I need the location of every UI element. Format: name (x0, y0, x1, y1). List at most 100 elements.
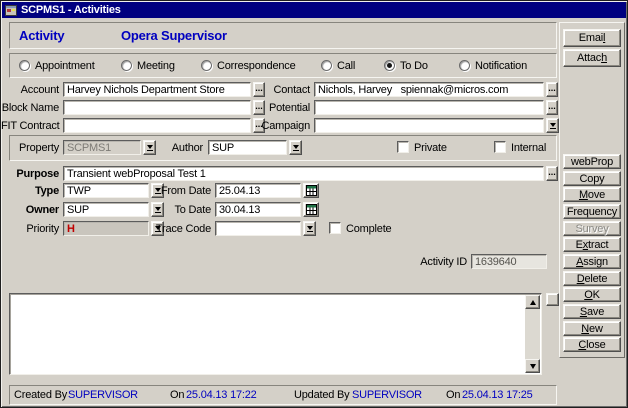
application-icon (5, 4, 17, 16)
scroll-up-button[interactable] (525, 295, 540, 309)
author-dropdown-button[interactable] (289, 140, 302, 155)
radio-label: Appointment (35, 60, 95, 72)
potential-label: Potential (256, 102, 310, 114)
status-band: Created By SUPERVISOR On 25.04.13 17:22 … (9, 385, 557, 405)
fit-contract-field[interactable] (63, 118, 251, 133)
titlebar: SCPMS1 - Activities (2, 2, 626, 18)
activity-id-field: 1639640 (471, 254, 547, 269)
activity-id-label: Activity ID (381, 256, 467, 268)
notes-editor-button[interactable] (546, 293, 559, 306)
radio-label: Notification (475, 60, 527, 72)
screen-name: Activity (19, 28, 64, 43)
created-on-label: On (170, 389, 184, 401)
radio-meeting[interactable]: Meeting (121, 59, 175, 72)
created-by-label: Created By (14, 389, 67, 401)
radio-label: Call (337, 60, 355, 72)
assign-button[interactable]: Assign (563, 254, 621, 269)
ellipsis-icon: ... (547, 101, 557, 112)
internal-checkbox[interactable] (494, 141, 506, 153)
radio-call[interactable]: Call (321, 59, 355, 72)
from-date-calendar-button[interactable] (303, 183, 319, 198)
survey-button: Survey (563, 221, 621, 236)
updated-by-label: Updated By (294, 389, 349, 401)
radio-label: Meeting (137, 60, 175, 72)
radio-correspondence[interactable]: Correspondence (201, 59, 296, 72)
type-label: Type (1, 185, 59, 197)
attach-button[interactable]: Attach (563, 49, 621, 67)
calendar-icon (306, 204, 317, 215)
scroll-down-button[interactable] (525, 359, 540, 373)
new-button[interactable]: New (563, 321, 621, 336)
contact-field[interactable]: Nichols, Harvey spiennak@micros.com (314, 82, 544, 97)
radio-todo[interactable]: To Do (384, 59, 428, 72)
from-date-label: From Date (151, 185, 211, 197)
block-name-field[interactable] (63, 100, 251, 115)
notes-field[interactable] (9, 293, 542, 375)
scroll-up-icon (530, 300, 536, 305)
updated-on-label: On (446, 389, 460, 401)
potential-field[interactable] (314, 100, 544, 115)
ok-button[interactable]: OK (563, 287, 621, 302)
owner-field[interactable]: SUP (63, 202, 149, 217)
radio-label: To Do (400, 60, 428, 72)
priority-field[interactable]: H (63, 221, 149, 236)
author-field[interactable]: SUP (208, 140, 287, 155)
radio-circle-icon (201, 60, 212, 71)
author-label: Author (151, 142, 203, 154)
purpose-field[interactable]: Transient webProposal Test 1 (63, 166, 544, 181)
combo-arrow-icon (293, 145, 299, 149)
potential-lov-button[interactable]: ... (546, 100, 558, 115)
ellipsis-icon: ... (547, 167, 557, 178)
radio-circle-icon (19, 60, 30, 71)
move-button[interactable]: Move (563, 187, 621, 202)
account-field[interactable]: Harvey Nichols Department Store (63, 82, 251, 97)
block-name-label: Block Name (1, 102, 59, 114)
frequency-button[interactable]: Frequency (563, 204, 621, 219)
property-label: Property (1, 142, 59, 154)
close-button[interactable]: Close (563, 337, 621, 352)
ellipsis-icon: ... (547, 83, 557, 94)
trace-code-label: Trace Code (151, 223, 211, 235)
extract-button[interactable]: Extract (563, 237, 621, 252)
to-date-label: To Date (151, 204, 211, 216)
campaign-field[interactable] (314, 118, 544, 133)
contact-label: Contact (256, 84, 310, 96)
trace-code-field[interactable] (215, 221, 301, 236)
radio-circle-icon (321, 60, 332, 71)
activities-window: SCPMS1 - Activities Activity Opera Super… (0, 0, 628, 408)
radio-notification[interactable]: Notification (459, 59, 527, 72)
purpose-label: Purpose (1, 168, 59, 180)
side-button-panel: Email Attach webProp Copy Move Frequency… (559, 22, 625, 358)
calendar-icon (306, 185, 317, 196)
purpose-lov-button[interactable]: ... (546, 166, 558, 181)
to-date-calendar-button[interactable] (303, 202, 319, 217)
property-field: SCPMS1 (63, 140, 141, 155)
to-date-field[interactable]: 30.04.13 (215, 202, 301, 217)
header-band (9, 22, 557, 49)
radio-circle-icon (121, 60, 132, 71)
created-by-value: SUPERVISOR (68, 389, 138, 401)
trace-code-dropdown-button[interactable] (303, 221, 316, 236)
campaign-dropdown-button[interactable] (546, 118, 559, 133)
combo-arrow-icon (307, 226, 313, 230)
campaign-label: Campaign (256, 120, 310, 132)
fit-contract-label: FIT Contract (1, 120, 59, 132)
updated-by-value: SUPERVISOR (352, 389, 422, 401)
owner-label: Owner (1, 204, 59, 216)
notes-scrollbar[interactable] (525, 295, 540, 373)
from-date-field[interactable]: 25.04.13 (215, 183, 301, 198)
copy-button[interactable]: Copy (563, 171, 621, 186)
type-field[interactable]: TWP (63, 183, 149, 198)
webprop-button[interactable]: webProp (563, 154, 621, 169)
complete-checkbox[interactable] (329, 222, 341, 234)
email-button[interactable]: Email (563, 29, 621, 47)
save-button[interactable]: Save (563, 304, 621, 319)
private-checkbox[interactable] (397, 141, 409, 153)
private-label: Private (414, 142, 447, 154)
window-title: SCPMS1 - Activities (21, 4, 121, 16)
contact-lov-button[interactable]: ... (546, 82, 558, 97)
delete-button[interactable]: Delete (563, 271, 621, 286)
radio-appointment[interactable]: Appointment (19, 59, 95, 72)
radio-circle-icon (459, 60, 470, 71)
updated-on-value: 25.04.13 17:25 (462, 389, 533, 401)
